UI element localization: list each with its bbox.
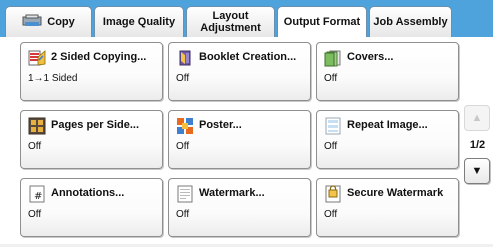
- scroll-up-button[interactable]: ▲: [464, 105, 490, 131]
- watermark-icon: [176, 185, 194, 203]
- covers-icon: [324, 49, 342, 67]
- page-indicator: 1/2: [469, 139, 486, 151]
- booklet-creation-value: Off: [176, 73, 190, 84]
- watermark-button[interactable]: Watermark... Off: [168, 178, 311, 237]
- scroll-down-button[interactable]: ▼: [464, 158, 490, 184]
- tab-bar: Copy Image Quality Layout Adjustment Out…: [0, 0, 493, 37]
- tab-output-format[interactable]: Output Format: [277, 6, 367, 37]
- tab-layout-adjustment[interactable]: Layout Adjustment: [186, 6, 275, 37]
- annotations-icon: #: [28, 185, 46, 203]
- poster-value: Off: [176, 141, 190, 152]
- two-sided-copying-icon: [28, 49, 46, 67]
- pages-per-side-label: Pages per Side...: [51, 119, 140, 131]
- pages-per-side-button[interactable]: Pages per Side... Off: [20, 110, 163, 169]
- two-sided-copying-button[interactable]: 2 Sided Copying... 1→1 Sided: [20, 42, 163, 101]
- tab-job-assembly[interactable]: Job Assembly: [369, 6, 452, 37]
- repeat-image-icon: [324, 117, 342, 135]
- poster-icon: [176, 117, 194, 135]
- svg-text:#: #: [34, 191, 42, 202]
- annotations-value: Off: [28, 209, 42, 220]
- tab-copy-label: Copy: [47, 16, 75, 28]
- pages-per-side-value: Off: [28, 141, 42, 152]
- poster-label: Poster...: [199, 119, 242, 131]
- covers-value: Off: [324, 73, 338, 84]
- scroll-down-arrow-icon: ▼: [471, 165, 483, 177]
- repeat-image-label: Repeat Image...: [347, 119, 428, 131]
- copy-icon: [22, 14, 42, 31]
- tab-image-quality[interactable]: Image Quality: [94, 6, 184, 37]
- secure-watermark-value: Off: [324, 209, 338, 220]
- booklet-icon: [176, 49, 194, 67]
- tab-image-quality-label: Image Quality: [102, 16, 176, 28]
- repeat-image-value: Off: [324, 141, 338, 152]
- two-sided-copying-label: 2 Sided Copying...: [51, 51, 147, 63]
- secure-watermark-label: Secure Watermark: [347, 187, 444, 199]
- two-sided-copying-value: 1→1 Sided: [28, 73, 78, 84]
- annotations-label: Annotations...: [51, 187, 125, 199]
- booklet-creation-label: Booklet Creation...: [199, 51, 297, 63]
- tab-output-format-label: Output Format: [283, 16, 361, 28]
- watermark-label: Watermark...: [199, 187, 265, 199]
- scroll-up-arrow-icon: ▲: [471, 112, 483, 124]
- tab-copy[interactable]: Copy: [5, 6, 92, 37]
- tab-layout-adjustment-label: Layout Adjustment: [200, 10, 261, 34]
- watermark-value: Off: [176, 209, 190, 220]
- secure-watermark-button[interactable]: Secure Watermark Off: [316, 178, 459, 237]
- covers-label: Covers...: [347, 51, 394, 63]
- secure-watermark-icon: [324, 185, 342, 203]
- poster-button[interactable]: Poster... Off: [168, 110, 311, 169]
- booklet-creation-button[interactable]: Booklet Creation... Off: [168, 42, 311, 101]
- annotations-button[interactable]: # Annotations... Off: [20, 178, 163, 237]
- repeat-image-button[interactable]: Repeat Image... Off: [316, 110, 459, 169]
- covers-button[interactable]: Covers... Off: [316, 42, 459, 101]
- tab-job-assembly-label: Job Assembly: [373, 16, 448, 28]
- pages-per-side-icon: [28, 117, 46, 135]
